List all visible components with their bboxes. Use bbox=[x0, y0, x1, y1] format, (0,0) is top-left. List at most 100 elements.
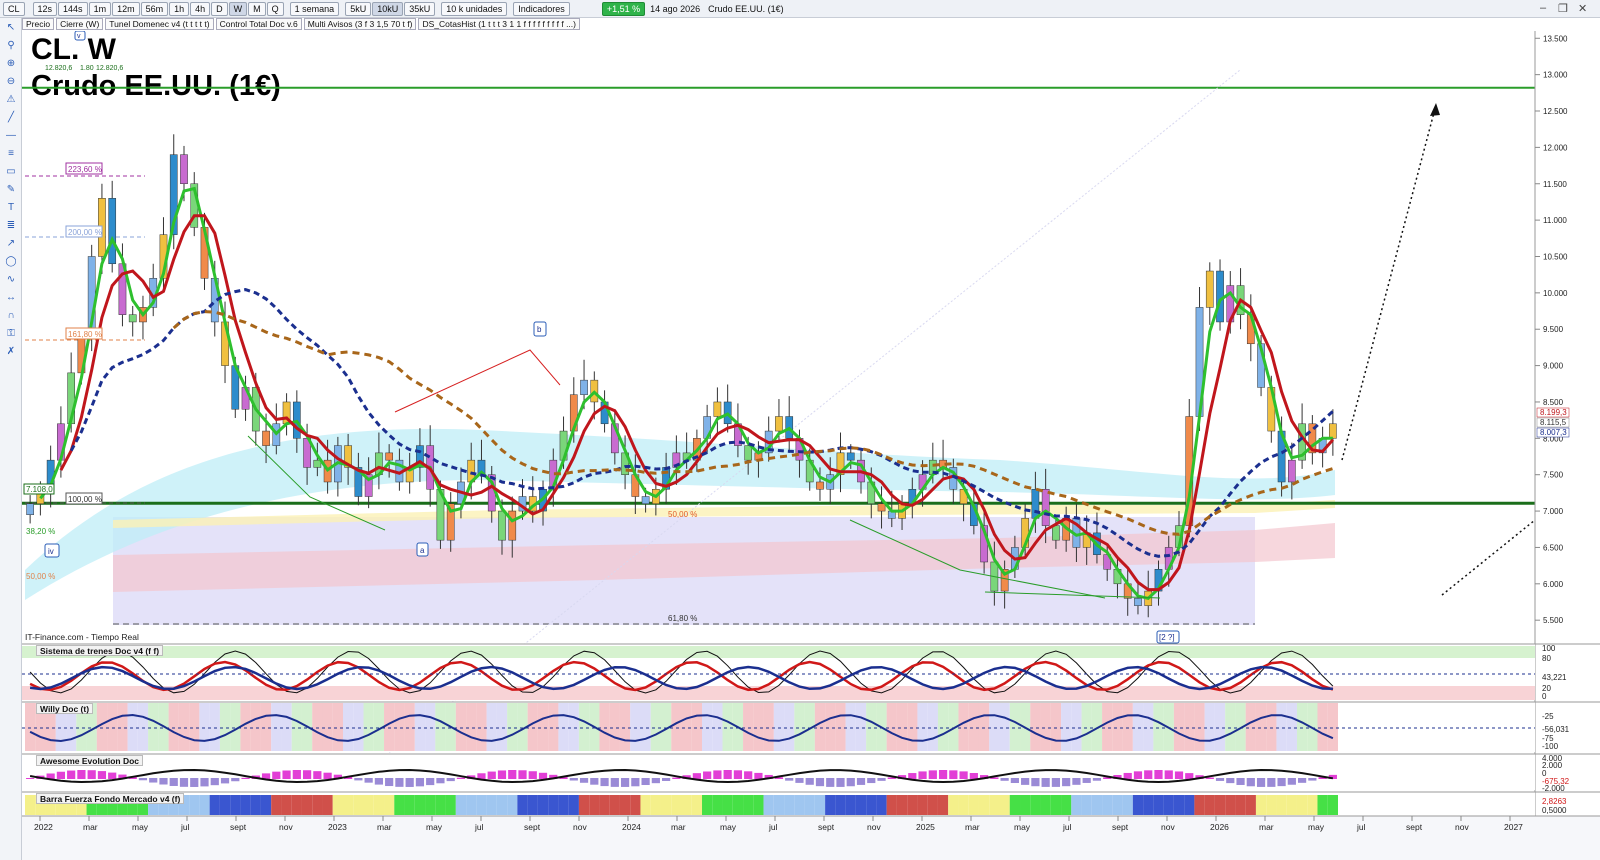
ellipse-tool-icon[interactable]: ◯ bbox=[4, 256, 18, 268]
indicator-chip[interactable]: Precio bbox=[22, 18, 55, 30]
zoom-in-icon[interactable]: ⊕ bbox=[4, 58, 18, 70]
indicators-button[interactable]: Indicadores bbox=[513, 1, 570, 16]
willy-bar bbox=[1214, 703, 1226, 751]
fib-tool-icon[interactable]: ≣ bbox=[4, 220, 18, 232]
timeframe-button[interactable]: 56m bbox=[140, 1, 169, 16]
force-bar bbox=[1235, 795, 1246, 815]
indicator-chip[interactable]: Control Total Doc v.6 bbox=[215, 18, 302, 30]
units-select[interactable]: 10 k unidades bbox=[441, 1, 508, 16]
force-bar bbox=[404, 795, 415, 815]
awesome-bar bbox=[169, 778, 178, 786]
price-chart[interactable]: 5.5006.0006.5007.0007.5008.0008.5009.000… bbox=[22, 31, 1600, 860]
timeframe-button[interactable]: 1m bbox=[88, 1, 112, 16]
timeframe-button[interactable]: 144s bbox=[58, 1, 88, 16]
minimize-icon[interactable]: – bbox=[1540, 2, 1546, 14]
force-bar bbox=[1173, 795, 1185, 815]
panel-title[interactable]: Sistema de trenes Doc v4 (f f) bbox=[36, 645, 164, 656]
willy-bar bbox=[1204, 703, 1215, 751]
willy-bar bbox=[363, 703, 374, 751]
period-select[interactable]: 1 semana bbox=[289, 1, 340, 16]
awesome-bar bbox=[354, 778, 363, 781]
indicator-chip[interactable]: Tunel Domenec v4 (t t t t t) bbox=[105, 18, 214, 30]
awesome-bar bbox=[159, 778, 168, 785]
indicator-chip[interactable]: DS_CotasHist (1 t t t 3 1 1 f f f f f f … bbox=[418, 18, 580, 30]
force-bar bbox=[219, 795, 231, 815]
force-bar bbox=[927, 795, 938, 815]
force-bar bbox=[578, 795, 590, 815]
indicator-chip[interactable]: Multi Avisos (3 f 3 1,5 70 t f) bbox=[303, 18, 417, 30]
line-tool-icon[interactable]: ╱ bbox=[4, 112, 18, 124]
drawing-toolbar: ↖ ⚲ ⊕ ⊖ ⚠ ╱ — ≡ ▭ ✎ T ≣ ↗ ◯ ∿ ↔ ∩ ⚿ ✗ bbox=[0, 18, 22, 860]
symbol-select[interactable]: CL bbox=[3, 1, 25, 16]
awesome-bar bbox=[610, 778, 619, 787]
force-bar bbox=[907, 795, 918, 815]
force-bar bbox=[558, 795, 569, 815]
wave-tool-icon[interactable]: ∿ bbox=[4, 274, 18, 286]
willy-bar bbox=[917, 703, 928, 751]
force-bar bbox=[414, 795, 426, 815]
force-bar bbox=[753, 795, 764, 815]
awesome-bar bbox=[1215, 778, 1225, 781]
top-val-label: 12.820,6 bbox=[96, 65, 123, 72]
timeframe-button[interactable]: D bbox=[211, 1, 228, 16]
force-bar bbox=[1255, 795, 1267, 815]
projection-arrow-down bbox=[1441, 519, 1536, 596]
willy-bar bbox=[476, 703, 487, 751]
timeframe-button[interactable]: 12m bbox=[112, 1, 140, 16]
awesome-bar bbox=[703, 771, 712, 779]
unit-button[interactable]: 10kU bbox=[372, 1, 404, 16]
trash-icon[interactable]: ✗ bbox=[4, 346, 18, 358]
indicator-chip[interactable]: Cierre (W) bbox=[56, 18, 104, 30]
alert-icon[interactable]: ⚠ bbox=[4, 94, 18, 106]
panel-title[interactable]: Barra Fuerza Fondo Mercado v4 (f) bbox=[36, 793, 185, 804]
force-bar bbox=[896, 795, 908, 815]
awesome-bar bbox=[713, 770, 722, 779]
force-bar bbox=[835, 795, 846, 815]
timeframe-button[interactable]: M bbox=[248, 1, 266, 16]
unit-button[interactable]: 35kU bbox=[404, 1, 436, 16]
willy-bar bbox=[1327, 703, 1338, 751]
awesome-bar bbox=[856, 778, 866, 785]
force-bar bbox=[630, 795, 641, 815]
magnet-icon[interactable]: ∩ bbox=[4, 310, 18, 322]
timeframe-button[interactable]: 12s bbox=[32, 1, 58, 16]
timeframe-button[interactable]: Q bbox=[266, 1, 284, 16]
arrow-tool-icon[interactable]: ↗ bbox=[4, 238, 18, 250]
main-toolbar: CL 12s 144s 1m 12m 56m 1h 4h D W M Q 1 semana 5kU 1… bbox=[0, 0, 1600, 18]
measure-tool-icon[interactable]: ↔ bbox=[4, 292, 18, 304]
restore-icon[interactable]: ❐ bbox=[1558, 2, 1568, 15]
force-bar bbox=[1317, 795, 1328, 815]
willy-bar bbox=[558, 703, 569, 751]
channel-tool-icon[interactable]: ≡ bbox=[4, 148, 18, 160]
y-tick-label: 6.000 bbox=[1543, 580, 1564, 589]
force-bar bbox=[342, 795, 354, 815]
willy-bar bbox=[794, 703, 805, 751]
panel-title[interactable]: Willy Doc (t) bbox=[36, 703, 94, 714]
awesome-bar bbox=[1010, 778, 1019, 784]
x-tick-label: jul bbox=[180, 822, 190, 832]
force-bar bbox=[640, 795, 651, 815]
cursor-icon[interactable]: ↖ bbox=[4, 22, 18, 34]
willy-bar bbox=[117, 703, 128, 751]
force-bar bbox=[660, 795, 672, 815]
y-tick-label: 7.500 bbox=[1543, 471, 1564, 480]
unit-button[interactable]: 5kU bbox=[345, 1, 372, 16]
timeframe-button[interactable]: W bbox=[228, 1, 248, 16]
awesome-bar bbox=[641, 778, 650, 786]
lock-icon[interactable]: ⚿ bbox=[4, 328, 18, 340]
timeframe-button[interactable]: 1h bbox=[169, 1, 190, 16]
pencil-icon[interactable]: ✎ bbox=[4, 184, 18, 196]
panel-title[interactable]: Awesome Evolution Doc bbox=[36, 755, 144, 766]
zoom-icon[interactable]: ⚲ bbox=[4, 40, 18, 52]
willy-bar bbox=[1050, 703, 1062, 751]
timeframe-button[interactable]: 4h bbox=[190, 1, 211, 16]
hline-tool-icon[interactable]: — bbox=[4, 130, 18, 142]
awesome-bar bbox=[795, 778, 804, 783]
willy-bar bbox=[1102, 703, 1113, 751]
text-tool-icon[interactable]: T bbox=[4, 202, 18, 214]
willy-bar bbox=[260, 703, 272, 751]
rect-tool-icon[interactable]: ▭ bbox=[4, 166, 18, 178]
awesome-bar bbox=[1297, 778, 1307, 783]
zoom-out-icon[interactable]: ⊖ bbox=[4, 76, 18, 88]
close-icon[interactable]: ✕ bbox=[1578, 2, 1587, 15]
